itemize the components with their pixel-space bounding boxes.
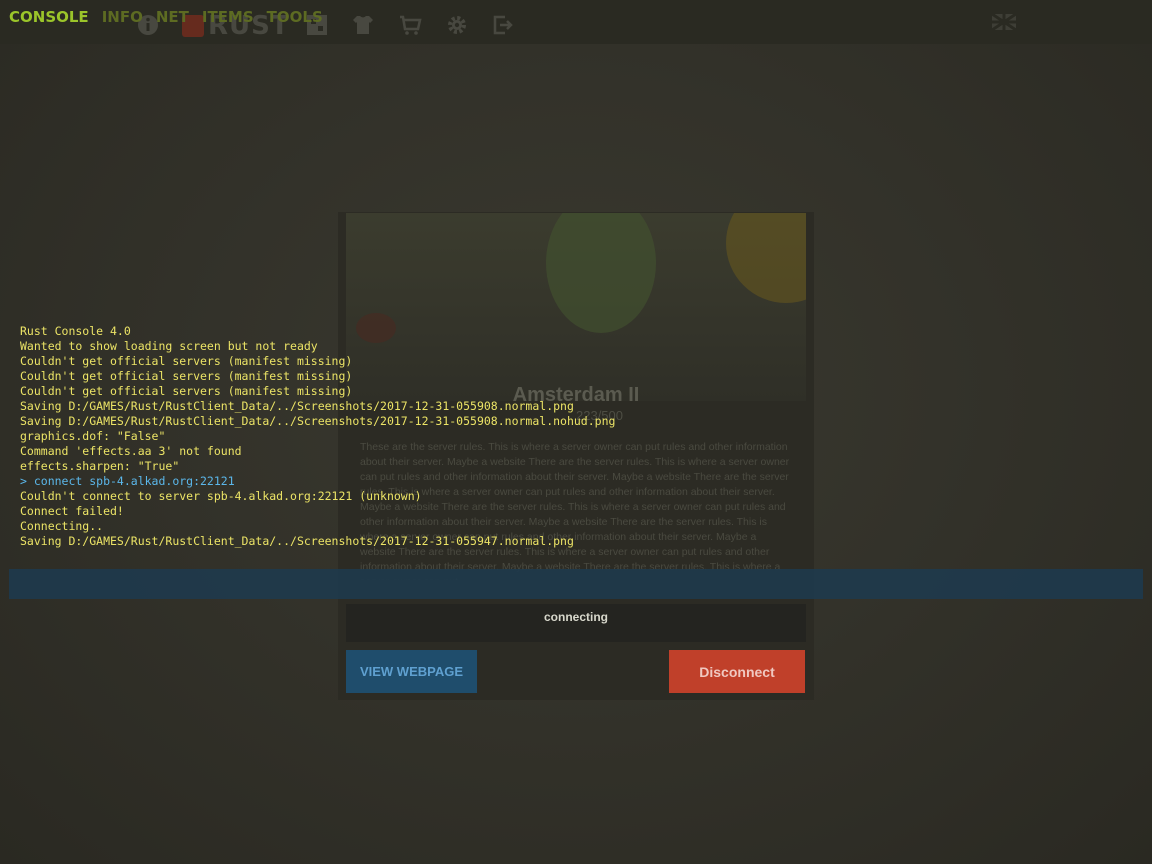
console-log-line: Couldn't connect to server spb-4.alkad.o… bbox=[20, 489, 422, 503]
console-log-line: Couldn't get official servers (manifest … bbox=[20, 354, 353, 368]
tab-tools[interactable]: TOOLS bbox=[267, 8, 323, 26]
tab-console[interactable]: CONSOLE bbox=[9, 8, 89, 26]
console-log-line: Couldn't get official servers (manifest … bbox=[20, 369, 353, 383]
console-log-line: graphics.dof: "False" bbox=[20, 429, 166, 443]
store-icon[interactable] bbox=[398, 13, 422, 37]
disconnect-button[interactable]: Disconnect bbox=[669, 650, 805, 693]
tab-info[interactable]: INFO bbox=[102, 8, 143, 26]
console-log: Rust Console 4.0 Wanted to show loading s… bbox=[20, 324, 615, 549]
console-log-line: Couldn't get official servers (manifest … bbox=[20, 384, 353, 398]
flag-icon[interactable] bbox=[991, 12, 1017, 32]
view-webpage-button[interactable]: VIEW WEBPAGE bbox=[346, 650, 477, 693]
console-log-line: Connecting.. bbox=[20, 519, 104, 533]
console-log-line: Saving D:/GAMES/Rust/RustClient_Data/../… bbox=[20, 399, 574, 413]
console-log-line: Saving D:/GAMES/Rust/RustClient_Data/../… bbox=[20, 414, 616, 428]
console-command-line: > connect spb-4.alkad.org:22121 bbox=[20, 474, 235, 488]
shirt-icon[interactable] bbox=[351, 13, 375, 37]
console-log-line: Connect failed! bbox=[20, 504, 124, 518]
console-log-line: Rust Console 4.0 bbox=[20, 324, 131, 338]
console-tab-bar: CONSOLE INFO NET ITEMS TOOLS bbox=[9, 8, 323, 26]
connection-status-text: connecting bbox=[543, 610, 608, 624]
console-input[interactable] bbox=[9, 569, 1143, 599]
exit-icon[interactable] bbox=[491, 13, 515, 37]
gear-icon[interactable] bbox=[445, 13, 469, 37]
console-log-line: effects.sharpen: "True" bbox=[20, 459, 180, 473]
tab-net[interactable]: NET bbox=[156, 8, 189, 26]
console-log-line: Command 'effects.aa 3' not found bbox=[20, 444, 242, 458]
console-log-line: Saving D:/GAMES/Rust/RustClient_Data/../… bbox=[20, 534, 574, 548]
tab-items[interactable]: ITEMS bbox=[202, 8, 254, 26]
console-log-line: Wanted to show loading screen but not re… bbox=[20, 339, 318, 353]
